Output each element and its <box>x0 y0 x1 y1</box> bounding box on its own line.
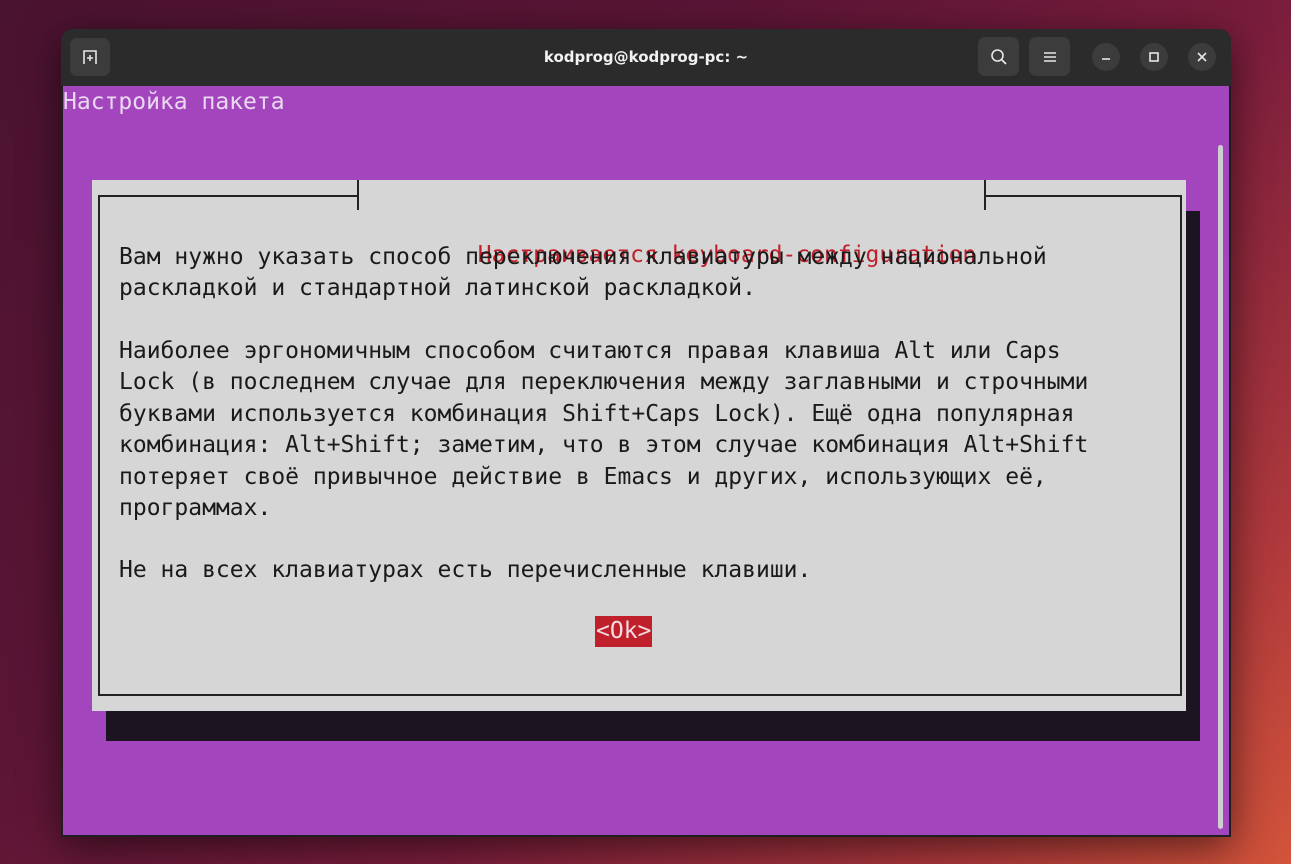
minimize-button[interactable] <box>1092 43 1120 71</box>
title-bracket-left <box>357 180 359 210</box>
dialog-paragraph-3: Не на всех клавиатурах есть перечисленны… <box>119 557 812 583</box>
search-icon <box>990 48 1007 65</box>
maximize-icon <box>1149 52 1159 62</box>
scrollbar[interactable] <box>1218 145 1223 829</box>
menu-button[interactable] <box>1029 37 1070 76</box>
search-button[interactable] <box>978 37 1019 76</box>
terminal-screen[interactable]: Настройка пакета Настраивается keyboard-… <box>63 86 1229 835</box>
hamburger-menu-icon <box>1043 51 1056 62</box>
title-bar: kodprog@kodprog-pc: ~ <box>61 29 1231 86</box>
dialog-paragraph-1: Вам нужно указать способ переключения кл… <box>119 244 1047 302</box>
screen-title: Настройка пакета <box>63 89 285 115</box>
title-bracket-right <box>984 180 987 210</box>
dialog-paragraph-2: Наиболее эргономичным способом считаются… <box>119 338 1089 522</box>
ok-button[interactable]: <Ok> <box>595 616 653 647</box>
new-tab-button[interactable] <box>70 38 110 76</box>
dialog-title: Настраивается keyboard-configuration <box>357 180 987 268</box>
terminal-window: kodprog@kodprog-pc: ~ Настройка пакета Н… <box>61 29 1231 837</box>
close-button[interactable] <box>1188 43 1216 71</box>
maximize-button[interactable] <box>1140 43 1168 71</box>
close-icon <box>1197 52 1207 62</box>
config-dialog: Настраивается keyboard-configuration Вам… <box>92 180 1186 711</box>
new-tab-icon <box>83 50 97 64</box>
minimize-icon <box>1102 58 1110 60</box>
